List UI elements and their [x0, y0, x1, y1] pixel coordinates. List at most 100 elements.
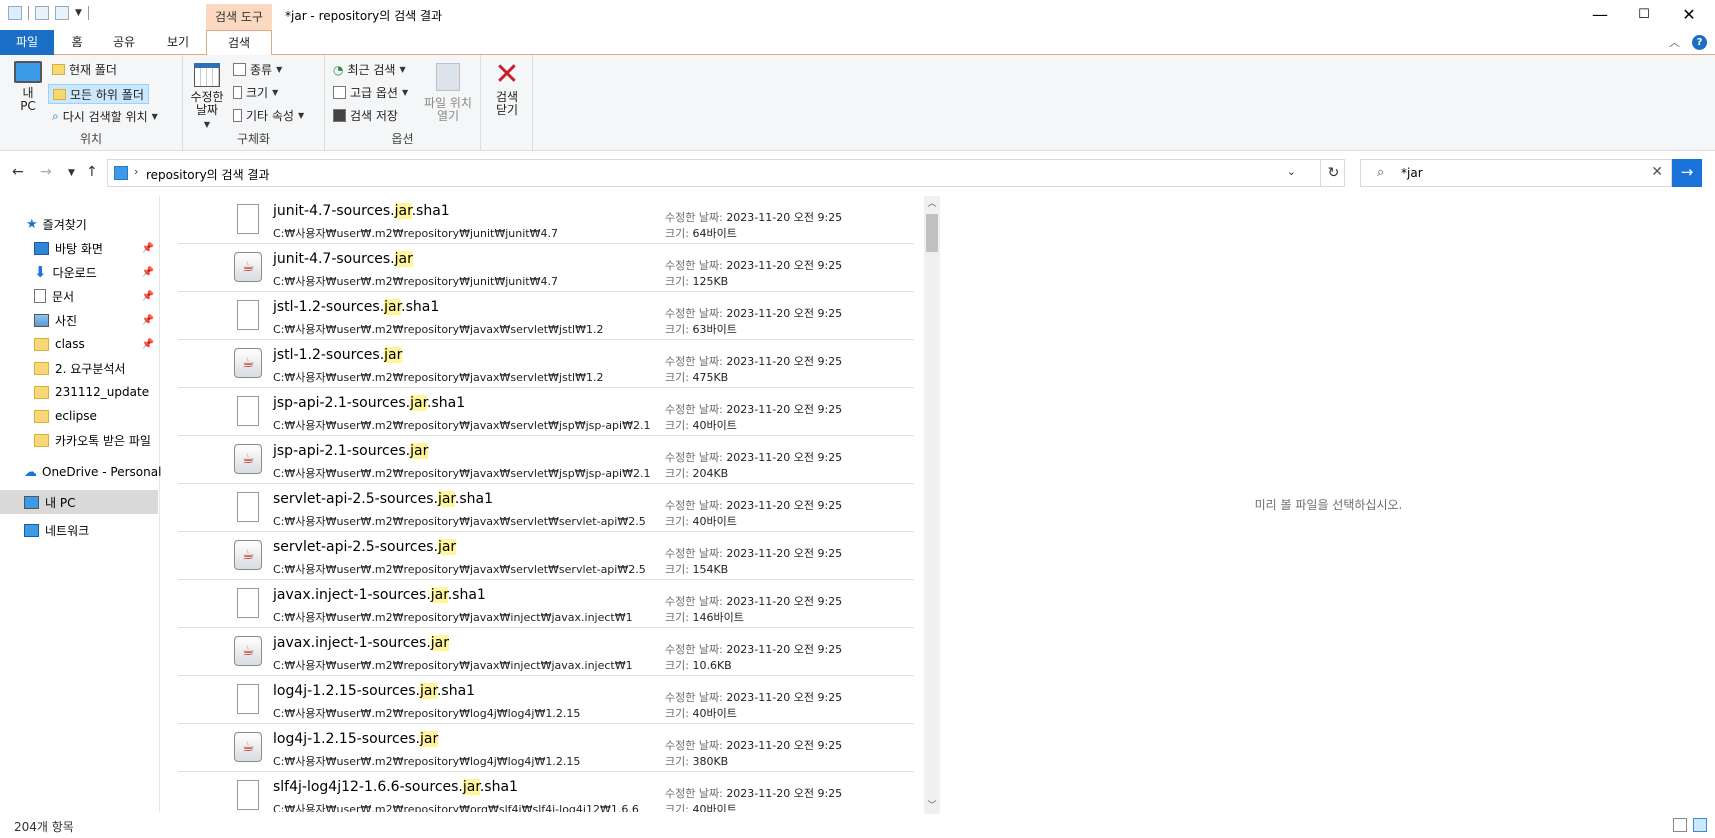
file-row[interactable]: jsp-api-2.1-sources.jar.sha1 C:₩사용자₩user₩… [178, 388, 914, 436]
search-again-button[interactable]: ⌕ 다시 검색할 위치 ▼ [52, 108, 158, 125]
pin-icon[interactable]: 📌 [142, 291, 154, 302]
file-row[interactable]: ☕ servlet-api-2.5-sources.jar C:₩사용자₩user₩… [178, 532, 914, 580]
tab-file[interactable]: 파일 [0, 30, 54, 55]
sidebar-item-network[interactable]: 네트워크 [0, 518, 158, 542]
pin-icon[interactable]: 📌 [142, 243, 154, 254]
file-row[interactable]: ☕ jstl-1.2-sources.jar C:₩사용자₩user₩.m2₩rep… [178, 340, 914, 388]
address-bar[interactable]: › repository의 검색 결과 ⌄ [107, 159, 1345, 187]
all-subfolders-button[interactable]: 모든 하위 폴더 [48, 84, 149, 104]
sidebar-item-documents[interactable]: 문서 📌 [0, 284, 158, 308]
sidebar-item-pictures[interactable]: 사진 📌 [0, 308, 158, 332]
file-name[interactable]: jsp-api-2.1-sources.jar [273, 443, 429, 459]
tab-search[interactable]: 검색 [206, 30, 272, 56]
search-input[interactable]: *jar [1401, 166, 1423, 180]
file-name[interactable]: javax.inject-1-sources.jar.sha1 [273, 587, 486, 603]
file-row[interactable]: junit-4.7-sources.jar.sha1 C:₩사용자₩user₩.m… [178, 196, 914, 244]
search-again-icon: ⌕ [52, 109, 59, 123]
tab-view[interactable]: 보기 [158, 30, 198, 55]
file-row[interactable]: log4j-1.2.15-sources.jar.sha1 C:₩사용자₩user… [178, 676, 914, 724]
size-value: 40바이트 [692, 707, 737, 720]
pin-icon[interactable]: 📌 [142, 267, 154, 278]
file-name[interactable]: jstl-1.2-sources.jar [273, 347, 403, 363]
file-name[interactable]: log4j-1.2.15-sources.jar [273, 731, 439, 747]
file-row[interactable]: servlet-api-2.5-sources.jar.sha1 C:₩사용자₩u… [178, 484, 914, 532]
file-list-scrollbar[interactable]: ︿ ﹀ [924, 196, 940, 814]
size-button[interactable]: 크기 ▼ [233, 84, 278, 101]
scrollbar-thumb[interactable] [926, 214, 938, 252]
file-name[interactable]: jsp-api-2.1-sources.jar.sha1 [273, 395, 465, 411]
tab-home[interactable]: 홈 [62, 30, 92, 55]
sidebar-item-update[interactable]: 231112_update [0, 380, 158, 404]
current-folder-label: 현재 폴더 [69, 63, 117, 77]
pin-icon[interactable]: 📌 [142, 339, 154, 350]
open-file-location-button[interactable]: 파일 위치 열기 [419, 63, 477, 123]
file-name[interactable]: log4j-1.2.15-sources.jar.sha1 [273, 683, 475, 699]
sidebar-item-this-pc[interactable]: 내 PC [0, 490, 158, 514]
clear-search-icon[interactable]: ✕ [1651, 164, 1663, 180]
sidebar-item-eclipse[interactable]: eclipse [0, 404, 158, 428]
properties-icon[interactable] [35, 6, 49, 20]
collapse-ribbon-chevron-icon[interactable]: ︿ [1669, 34, 1680, 50]
scroll-up-arrow-icon[interactable]: ︿ [924, 196, 940, 212]
help-icon[interactable]: ? [1692, 34, 1707, 50]
sidebar-item-downloads[interactable]: ⬇ 다운로드 📌 [0, 260, 158, 284]
address-history-chevron-icon[interactable]: ⌄ [1287, 165, 1296, 178]
pin-icon[interactable]: 📌 [142, 315, 154, 326]
large-icons-view-icon[interactable] [1693, 818, 1707, 832]
scroll-down-arrow-icon[interactable]: ﹀ [924, 798, 940, 814]
save-search-button[interactable]: 검색 저장 [333, 107, 398, 124]
file-name[interactable]: servlet-api-2.5-sources.jar [273, 539, 457, 555]
file-modified: 수정한 날짜: 2023-11-20 오전 9:25 [665, 641, 842, 657]
back-arrow-icon[interactable]: ← [12, 164, 24, 180]
file-name[interactable]: jstl-1.2-sources.jar.sha1 [273, 299, 439, 315]
sidebar-item-desktop[interactable]: 바탕 화면 📌 [0, 236, 158, 260]
modified-label: 수정한 날짜: [665, 787, 723, 800]
current-folder-button[interactable]: 현재 폴더 [52, 61, 117, 78]
sidebar-item-quick-access[interactable]: ★ 즐겨찾기 [0, 212, 158, 236]
minimize-button[interactable]: — [1577, 0, 1623, 30]
recent-searches-button[interactable]: ◔ 최근 검색 ▼ [333, 61, 406, 78]
this-pc-button[interactable]: 내 PC [12, 61, 44, 113]
advanced-options-button[interactable]: 고급 옵션 ▼ [333, 84, 408, 101]
details-view-icon[interactable] [1673, 818, 1687, 832]
file-row[interactable]: ☕ junit-4.7-sources.jar C:₩사용자₩user₩.m2₩re… [178, 244, 914, 292]
file-name[interactable]: junit-4.7-sources.jar [273, 251, 413, 267]
sidebar-item-class[interactable]: class 📌 [0, 332, 158, 356]
search-go-button[interactable]: → [1672, 159, 1702, 187]
file-modified: 수정한 날짜: 2023-11-20 오전 9:25 [665, 593, 842, 609]
file-name[interactable]: servlet-api-2.5-sources.jar.sha1 [273, 491, 493, 507]
file-name[interactable]: slf4j-log4j12-1.6.6-sources.jar.sha1 [273, 779, 518, 795]
sidebar-item-requirements[interactable]: 2. 요구분석서 [0, 356, 158, 380]
breadcrumb-chevron-icon[interactable]: › [134, 165, 138, 178]
file-icon [237, 492, 259, 522]
file-row[interactable]: slf4j-log4j12-1.6.6-sources.jar.sha1 C:₩사… [178, 772, 914, 812]
up-arrow-icon[interactable]: ↑ [86, 164, 98, 180]
file-row[interactable]: ☕ log4j-1.2.15-sources.jar C:₩사용자₩user₩.m2… [178, 724, 914, 772]
file-row[interactable]: ☕ javax.inject-1-sources.jar C:₩사용자₩user₩.… [178, 628, 914, 676]
open-location-icon [436, 63, 460, 91]
new-folder-icon[interactable] [55, 6, 69, 20]
close-button[interactable]: ✕ [1666, 0, 1712, 30]
file-row[interactable]: ☕ jsp-api-2.1-sources.jar C:₩사용자₩user₩.m2₩… [178, 436, 914, 484]
file-row[interactable]: jstl-1.2-sources.jar.sha1 C:₩사용자₩user₩.m2… [178, 292, 914, 340]
kind-button[interactable]: 종류 ▼ [233, 61, 282, 78]
file-name[interactable]: junit-4.7-sources.jar.sha1 [273, 203, 450, 219]
other-properties-button[interactable]: 기타 속성 ▼ [233, 107, 304, 124]
search-box[interactable]: ⌕ *jar ✕ [1360, 159, 1672, 187]
file-modified: 수정한 날짜: 2023-11-20 오전 9:25 [665, 353, 842, 369]
customize-toolbar-chevron-icon[interactable]: ▼ [75, 8, 82, 18]
recent-locations-chevron-icon[interactable]: ▼ [68, 168, 75, 178]
forward-arrow-icon[interactable]: → [40, 164, 52, 180]
modified-value: 2023-11-20 오전 9:25 [726, 595, 843, 608]
close-search-button[interactable]: ✕ 검색 닫기 [489, 59, 525, 117]
sidebar-item-kakaotalk[interactable]: 카카오톡 받은 파일 [0, 428, 158, 452]
maximize-button[interactable]: ☐ [1621, 0, 1667, 30]
refresh-icon[interactable]: ↻ [1320, 160, 1346, 186]
breadcrumb[interactable]: repository의 검색 결과 [146, 166, 270, 183]
tab-share[interactable]: 공유 [104, 30, 144, 55]
sidebar-item-onedrive[interactable]: ☁ OneDrive - Personal [0, 460, 161, 484]
file-name[interactable]: javax.inject-1-sources.jar [273, 635, 450, 651]
file-row[interactable]: javax.inject-1-sources.jar.sha1 C:₩사용자₩us… [178, 580, 914, 628]
date-modified-button[interactable]: 수정한 날짜 ▼ [187, 63, 227, 131]
file-path: C:₩사용자₩user₩.m2₩repository₩log4j₩log4j₩1… [273, 755, 581, 768]
